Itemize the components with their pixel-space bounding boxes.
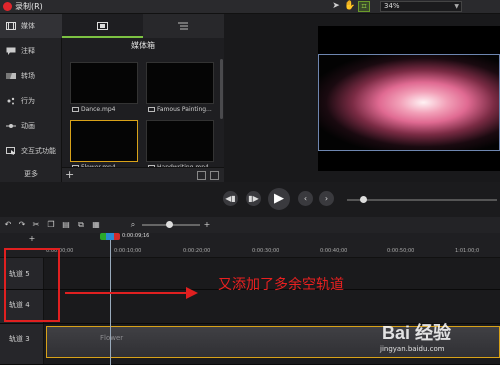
animation-icon <box>6 124 16 128</box>
sidebar-item-label: 转场 <box>21 72 35 80</box>
zoom-select[interactable]: 34% ▼ <box>380 1 462 12</box>
player-controls: ◀▮ ▮▶ ▶ ‹ › <box>0 182 500 217</box>
more-button[interactable]: 更多 <box>0 168 62 180</box>
previous-icon[interactable]: ‹ <box>298 191 313 206</box>
timeline-zoom-slider[interactable] <box>142 221 200 228</box>
canvas-area <box>224 14 500 182</box>
redo-icon[interactable]: ↷ <box>17 219 27 230</box>
watermark-url: jingyan.baidu.com <box>380 345 445 353</box>
sidebar-item-transitions[interactable]: 转场 <box>0 64 62 88</box>
record-icon[interactable] <box>3 2 12 11</box>
sidebar-item-animations[interactable]: 动画 <box>0 114 62 138</box>
film-icon <box>97 22 108 30</box>
track-header[interactable]: 轨道 3 <box>0 324 44 364</box>
timeline-ruler: + 0:00:09;16 0:00:00;00 0:00:10;00 0:00:… <box>0 233 500 258</box>
snap-icon[interactable]: ▦ <box>91 219 101 230</box>
scrub-knob[interactable] <box>360 196 367 203</box>
sidebar-item-annotations[interactable]: 注释 <box>0 39 62 63</box>
zoom-value: 34% <box>384 2 400 10</box>
highlight-box <box>4 248 60 322</box>
media-item-label: Dance.mp4 <box>72 106 115 113</box>
sidebar-item-label: 动画 <box>21 122 35 130</box>
ruler-tick: 0:00:40;00 <box>320 248 348 254</box>
crop-tool-icon[interactable]: ⌗ <box>358 1 370 12</box>
zoom-search-icon[interactable]: ⌕ <box>128 219 138 230</box>
arrow-head-icon <box>186 287 198 299</box>
sidebar-item-interactivity[interactable]: 交互式功能 <box>0 139 62 163</box>
media-bin-title: 媒体箱 <box>131 41 155 50</box>
zoom-knob[interactable] <box>166 221 173 228</box>
baidu-logo: Bai 经验 <box>382 323 452 343</box>
timeline-toolbar: ↶ ↷ ✂ ❐ ▤ ⧉ ▦ ⌕ + <box>0 217 500 233</box>
split-icon[interactable]: ⧉ <box>76 219 86 230</box>
media-bin-footer: + <box>62 167 224 182</box>
list-view-icon[interactable] <box>210 171 219 180</box>
ruler-tick: 0:00:10;00 <box>114 248 142 254</box>
step-forward-icon[interactable]: ▮▶ <box>246 191 261 206</box>
next-icon[interactable]: › <box>319 191 334 206</box>
film-icon <box>6 22 16 30</box>
ruler-tick: 1:01:00;0 <box>455 248 480 254</box>
playhead-handle[interactable] <box>100 233 120 240</box>
callout-icon <box>6 47 16 55</box>
add-track-icon[interactable]: + <box>27 233 37 244</box>
watermark: Bai 经验 jingyan.baidu.com <box>372 319 492 361</box>
ruler-tick: 0:00:30;00 <box>252 248 280 254</box>
ruler-tick: 0:00:50;00 <box>387 248 415 254</box>
playhead-line <box>110 240 111 365</box>
undo-icon[interactable]: ↶ <box>3 219 13 230</box>
annotation-text: 又添加了多余空轨道 <box>218 277 344 293</box>
hand-tool-icon[interactable]: ✋ <box>344 1 356 12</box>
interactive-icon <box>6 147 15 155</box>
sidebar-item-label: 行为 <box>21 97 35 105</box>
sidebar-item-label: 注释 <box>21 47 35 55</box>
track-name: 轨道 3 <box>9 335 30 343</box>
video-file-icon <box>72 107 79 112</box>
flower-video-frame <box>318 54 500 151</box>
media-thumbnail-selected[interactable] <box>70 120 138 162</box>
add-media-button[interactable]: + <box>65 168 74 182</box>
sidebar-item-label: 媒体 <box>21 22 35 30</box>
sidebar-item-media[interactable]: 媒体 <box>0 14 62 38</box>
chevron-down-icon: ▼ <box>454 3 459 10</box>
sidebar-item-behaviors[interactable]: 行为 <box>0 89 62 113</box>
media-bin-panel: 媒体箱 Dance.mp4 Famous Painting... Flower.… <box>62 14 224 182</box>
scrub-slider[interactable] <box>347 196 497 203</box>
transition-icon <box>6 73 16 79</box>
grid-view-icon[interactable] <box>197 171 206 180</box>
video-file-icon <box>148 107 155 112</box>
tools-sidebar: 媒体 注释 转场 行为 动画 交互式功能 更多 <box>0 14 62 182</box>
ruler-tick: 0:00:20;00 <box>183 248 211 254</box>
media-item-label: Famous Painting... <box>148 106 212 113</box>
playhead-time: 0:00:09;16 <box>122 233 150 239</box>
play-button[interactable]: ▶ <box>268 188 290 210</box>
media-thumbnail[interactable] <box>70 62 138 104</box>
behavior-icon <box>7 97 15 105</box>
sidebar-item-label: 交互式功能 <box>21 147 56 155</box>
video-preview[interactable] <box>318 26 500 171</box>
step-back-icon[interactable]: ◀▮ <box>223 191 238 206</box>
zoom-in-icon[interactable]: + <box>202 219 212 230</box>
media-thumbnail[interactable] <box>146 120 214 162</box>
media-scrollbar[interactable] <box>220 59 223 119</box>
top-bar: 录制(R) ➤ ✋ ⌗ 34% ▼ <box>0 0 500 14</box>
media-thumbnail[interactable] <box>146 62 214 104</box>
tab-media-bin[interactable] <box>62 14 143 38</box>
pointer-tool-icon[interactable]: ➤ <box>330 1 342 12</box>
paste-icon[interactable]: ▤ <box>61 219 71 230</box>
record-button[interactable]: 录制(R) <box>15 1 43 12</box>
list-icon <box>178 22 188 30</box>
arrow-line <box>65 292 188 294</box>
media-tabs <box>62 14 224 38</box>
tab-library[interactable] <box>143 14 224 38</box>
copy-icon[interactable]: ❐ <box>46 219 56 230</box>
cut-icon[interactable]: ✂ <box>31 219 41 230</box>
clip-title: Flower <box>100 334 124 342</box>
